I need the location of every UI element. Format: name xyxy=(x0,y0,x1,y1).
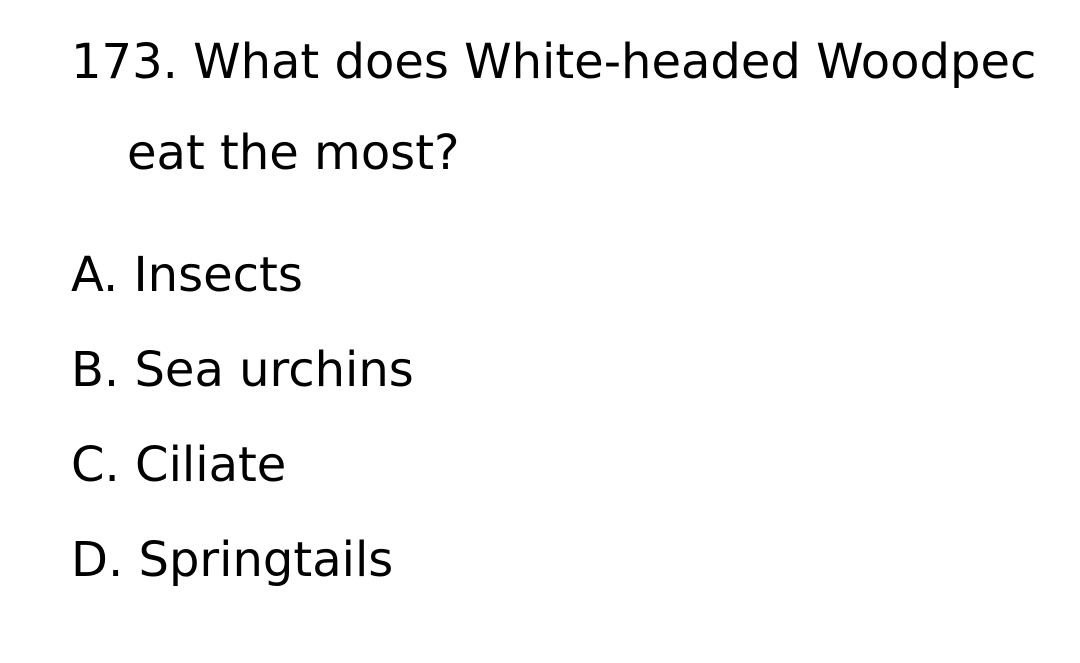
option-text: Springtails xyxy=(138,532,394,588)
option-letter: C. xyxy=(71,437,120,493)
option-letter: A. xyxy=(71,247,119,303)
option-letter: D. xyxy=(71,532,124,588)
option-d[interactable]: D. Springtails xyxy=(71,531,414,589)
option-text: Ciliate xyxy=(135,437,287,493)
option-text: Insects xyxy=(133,247,303,303)
question-line-2: eat the most? xyxy=(127,125,460,181)
answer-options: A. Insects B. Sea urchins C. Ciliate D. … xyxy=(71,246,414,626)
option-text: Sea urchins xyxy=(134,342,414,398)
option-letter: B. xyxy=(71,342,120,398)
option-c[interactable]: C. Ciliate xyxy=(71,436,414,494)
option-b[interactable]: B. Sea urchins xyxy=(71,341,414,399)
question-line-1: 173. What does White-headed Woodpec xyxy=(71,34,1037,90)
question-text: 173. What does White-headed Woodpec eat … xyxy=(71,33,1080,182)
option-a[interactable]: A. Insects xyxy=(71,246,414,304)
